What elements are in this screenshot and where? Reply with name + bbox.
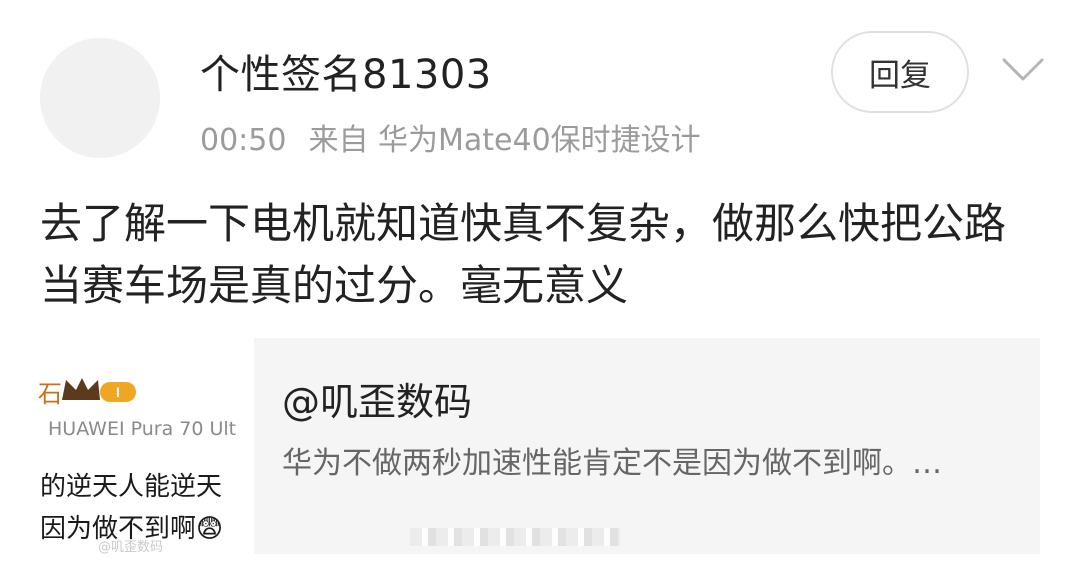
crown-badge-icon: I (60, 374, 138, 410)
chevron-down-icon[interactable] (1000, 56, 1046, 88)
quoted-post-thumbnail[interactable]: 石 I HUAWEI Pura 70 Ult 的逆天人能逆天 因为做不到啊😨 @… (38, 338, 254, 554)
avatar[interactable] (40, 38, 160, 158)
thumbnail-text-line1: 的逆天人能逆天 (40, 472, 223, 502)
thumbnail-watermark: @叽歪数码 (98, 540, 164, 554)
thumbnail-device-label: HUAWEI Pura 70 Ult (48, 418, 237, 440)
default-avatar-icon (40, 38, 160, 158)
blurred-strip (410, 528, 620, 546)
post-time: 00:50 (200, 123, 287, 158)
reply-button[interactable]: 回复 (831, 31, 969, 113)
username[interactable]: 个性签名81303 (200, 42, 492, 100)
thumbnail-badge-text: 石 (38, 380, 62, 408)
post-body: 去了解一下电机就知道快真不复杂，做那么快把公路当赛车场是真的过分。毫无意义 (40, 199, 1007, 310)
quoted-post-card[interactable]: 石 I HUAWEI Pura 70 Ult 的逆天人能逆天 因为做不到啊😨 @… (38, 338, 1040, 554)
svg-text:I: I (116, 384, 120, 400)
post-meta: 00:50 来自 华为Mate40保时捷设计 (200, 115, 723, 159)
quoted-text: 华为不做两秒加速性能肯定不是因为做不到啊。… (282, 446, 942, 481)
quoted-author[interactable]: @叽歪数码 (282, 371, 472, 426)
post-source: 来自 华为Mate40保时捷设计 (308, 123, 701, 158)
